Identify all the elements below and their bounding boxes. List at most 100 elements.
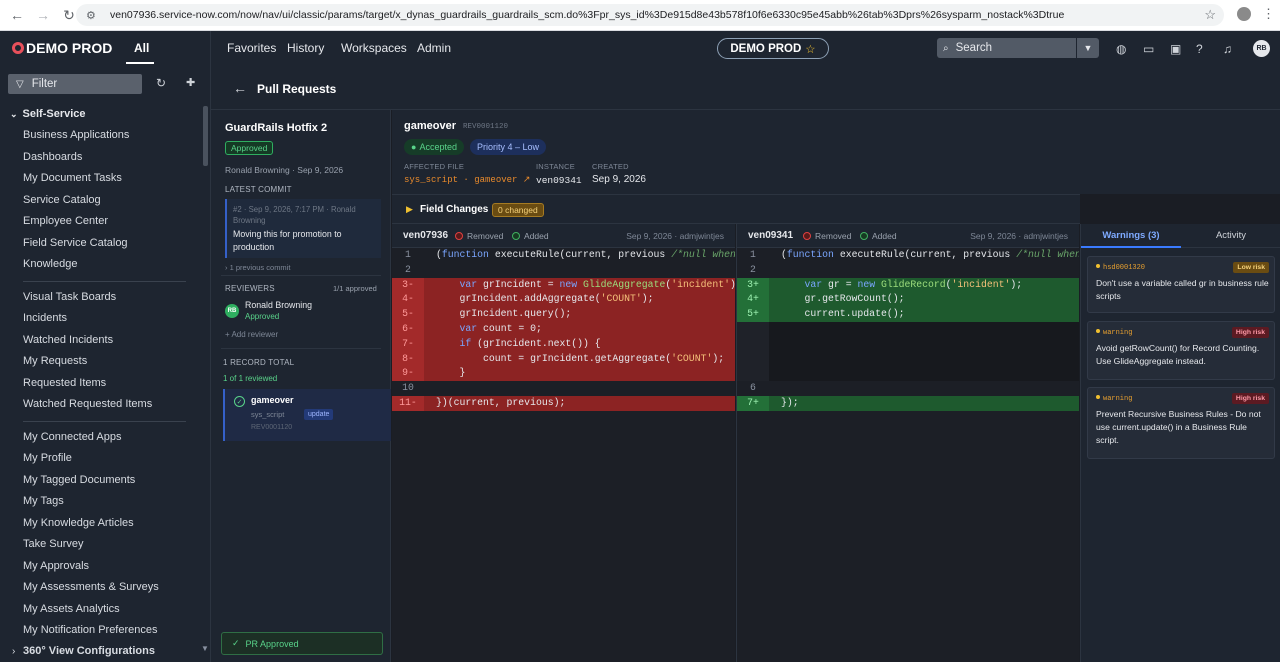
sidebar-item[interactable]: Service Catalog — [23, 194, 101, 206]
sidebar-item[interactable]: Take Survey — [23, 538, 84, 550]
active-tab-indicator — [126, 62, 154, 64]
globe-icon[interactable]: ◍ — [1116, 42, 1126, 56]
back-arrow-icon[interactable]: ← — [233, 80, 247, 96]
nav-workspaces[interactable]: Workspaces — [341, 41, 407, 55]
search-scope-dropdown[interactable]: ▼ — [1076, 38, 1099, 58]
sidebar-item[interactable]: Dashboards — [23, 151, 82, 163]
record-id: REV0001120 — [251, 424, 293, 431]
address-bar[interactable]: ⚙ ven07936.service-now.com/now/nav/ui/cl… — [76, 4, 1224, 26]
sidebar-item[interactable]: Watched Requested Items — [23, 398, 152, 410]
reviewer-avatar: RB — [225, 304, 239, 318]
user-avatar[interactable]: RB — [1253, 40, 1270, 57]
diff-line-added: 4+ gr.getRowCount(); — [737, 292, 1079, 308]
logo[interactable]: DEMO PROD — [12, 40, 112, 56]
field-changes-toggle[interactable]: ▶ Field Changes 0 changed — [392, 194, 1080, 224]
global-search-input[interactable]: ⌕ Search ▼ — [937, 38, 1099, 58]
bell-icon[interactable]: ♫ — [1223, 42, 1232, 56]
diff-line-removed: 6- var count = 0; — [392, 322, 735, 337]
added-dot-icon — [512, 232, 520, 240]
section-self-service[interactable]: ⌄ Self-Service — [10, 108, 86, 120]
bookmark-star-icon[interactable]: ☆ — [1204, 7, 1216, 23]
sidebar-item[interactable]: My Knowledge Articles — [23, 517, 134, 529]
removed-dot-icon — [803, 232, 811, 240]
sidebar-item[interactable]: My Assets Analytics — [23, 603, 120, 615]
warning-message: Prevent Recursive Business Rules - Do no… — [1096, 409, 1261, 445]
latest-commit-card[interactable]: #2 · Sep 9, 2026, 7:17 PM · Ronald Brown… — [225, 199, 381, 258]
sidebar-item[interactable]: Incidents — [23, 312, 67, 324]
diff-line-placeholder — [737, 322, 1079, 382]
warning-source: hsd0001320 — [1096, 264, 1145, 272]
pr-approved-button[interactable]: ✓ PR Approved — [221, 632, 383, 655]
sidebar-item[interactable]: My Connected Apps — [23, 431, 121, 443]
sidebar-item[interactable]: My Profile — [23, 452, 72, 464]
help-icon[interactable]: ? — [1196, 42, 1203, 56]
sidebar-item[interactable]: Field Service Catalog — [23, 237, 128, 249]
nav-history[interactable]: History — [287, 41, 324, 55]
sidebar-item[interactable]: 360° View Configurations — [23, 645, 155, 657]
favorite-star-icon[interactable]: ☆ — [805, 42, 815, 56]
diff-pane-right: ven09341 Removed Added Sep 9, 2026 · adm… — [736, 224, 1079, 662]
tab-activity[interactable]: Activity — [1181, 224, 1280, 248]
commit-meta: #2 · Sep 9, 2026, 7:17 PM · Ronald Brown… — [233, 205, 356, 225]
page-title: Pull Requests — [257, 82, 337, 96]
legend-added-label: Added — [524, 231, 549, 241]
scroll-down-icon[interactable]: ▼ — [201, 644, 209, 653]
nav-admin[interactable]: Admin — [417, 41, 451, 55]
instance-pill[interactable]: DEMO PROD ☆ — [717, 38, 829, 59]
nav-favorites[interactable]: Favorites — [227, 41, 276, 55]
sidebar-item[interactable]: Visual Task Boards — [23, 291, 116, 303]
tab-all[interactable]: All — [134, 41, 149, 55]
record-total: 1 RECORD TOTAL — [223, 358, 295, 367]
field-changes-badge: 0 changed — [492, 203, 544, 217]
reviewer-status: Approved — [245, 312, 280, 321]
browser-profile-avatar[interactable] — [1237, 7, 1251, 21]
diff-line-removed: 9- } — [392, 366, 735, 382]
diff-line: 1 (function executeRule(current, previous… — [750, 249, 1079, 260]
sidebar-item[interactable]: My Requests — [23, 355, 87, 367]
sidebar-item[interactable]: Knowledge — [23, 258, 77, 270]
refresh-icon[interactable]: ↻ — [156, 76, 166, 90]
filter-input[interactable]: ▽ Filter — [8, 74, 142, 94]
sidebar-scrollbar[interactable] — [203, 106, 208, 166]
forward-arrow-icon[interactable]: → — [34, 6, 52, 24]
sidebar-item[interactable]: My Document Tasks — [23, 172, 122, 184]
site-info-icon[interactable]: ⚙ — [86, 9, 100, 22]
reviewed-count: 1 of 1 reviewed — [223, 374, 278, 383]
sidebar-item[interactable]: My Tagged Documents — [23, 474, 135, 486]
priority-badge: Priority 4 – Low — [470, 139, 547, 155]
warning-card[interactable]: hsd0001320 Low risk Don't use a variable… — [1087, 256, 1275, 313]
tab-warnings[interactable]: Warnings (3) — [1081, 224, 1181, 248]
warning-card[interactable]: warning High risk Prevent Recursive Busi… — [1087, 387, 1275, 459]
filter-icon: ▽ — [16, 78, 24, 90]
divider — [221, 348, 381, 349]
browser-menu-icon[interactable]: ⋮ — [1262, 6, 1275, 22]
sidebar-item[interactable]: Employee Center — [23, 215, 108, 227]
sidebar-item[interactable]: My Tags — [23, 495, 64, 507]
affected-file-link[interactable]: sys_script · gameover ↗ — [404, 175, 530, 185]
legend-removed-label: Removed — [467, 231, 504, 241]
back-arrow-icon[interactable]: ← — [8, 6, 26, 24]
sidebar-item[interactable]: Business Applications — [23, 129, 129, 141]
record-id: REV0001120 — [463, 123, 509, 131]
status-badge: ● Accepted — [404, 139, 464, 155]
check-icon: ✓ — [232, 638, 240, 648]
sidebar-item[interactable]: My Assessments & Surveys — [23, 581, 159, 593]
add-reviewer-link[interactable]: + Add reviewer — [225, 330, 278, 339]
sidebar-item[interactable]: My Approvals — [23, 560, 89, 572]
instance-label: INSTANCE — [536, 162, 575, 171]
url-text: ven07936.service-now.com/now/nav/ui/clas… — [110, 9, 1065, 21]
chat-icon[interactable]: ▭ — [1143, 42, 1154, 56]
sidebar-divider-line — [23, 281, 186, 282]
record-list-item[interactable]: ✓ gameover sys_script update REV0001120 — [223, 389, 391, 441]
sidebar-item[interactable]: My Notification Preferences — [23, 624, 158, 636]
sidebar-item[interactable]: Requested Items — [23, 377, 106, 389]
pin-icon[interactable]: ✚ — [186, 76, 195, 89]
legend-removed-label: Removed — [815, 231, 852, 241]
card-icon[interactable]: ▣ — [1170, 42, 1181, 56]
record-header: gameover REV0001120 ● Accepted Priority 4… — [392, 110, 1280, 194]
warning-card[interactable]: warning High risk Avoid getRowCount() fo… — [1087, 321, 1275, 380]
instance-pill-label: DEMO PROD — [730, 42, 802, 55]
sidebar-item[interactable]: Watched Incidents — [23, 334, 113, 346]
previous-commits-link[interactable]: › 1 previous commit — [225, 263, 290, 272]
app-header: DEMO PROD All Favorites History Workspac… — [0, 31, 1280, 66]
